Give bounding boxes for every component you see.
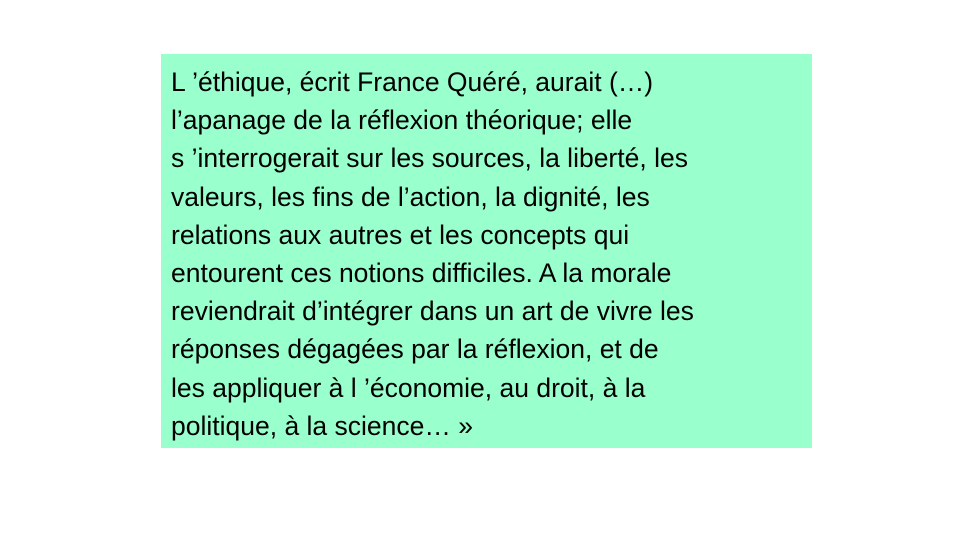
quote-line: entourent ces notions difficiles. A la m… — [171, 258, 672, 289]
quote-line: relations aux autres et les concepts qui — [171, 219, 630, 250]
quote-line: L ’éthique, écrit France Quéré, aurait (… — [171, 67, 654, 97]
quote-line: réponses dégagées par la réflexion, et d… — [171, 334, 659, 365]
quote-line: valeurs, les fins de l’action, la dignit… — [171, 181, 650, 212]
quote-line: politique, à la science… » — [171, 410, 473, 441]
quote-line: les appliquer à l ’économie, au droit, à… — [171, 372, 646, 403]
quote-line: s ’interrogerait sur les sources, la lib… — [171, 143, 688, 174]
quote-line: reviendrait d’intégrer dans un art de vi… — [171, 296, 694, 327]
slide: L ’éthique, écrit France Quéré, aurait (… — [0, 0, 960, 540]
quote-text-box: L ’éthique, écrit France Quéré, aurait (… — [161, 54, 812, 448]
quote-line: l’apanage de la réflexion théorique; ell… — [171, 105, 633, 136]
